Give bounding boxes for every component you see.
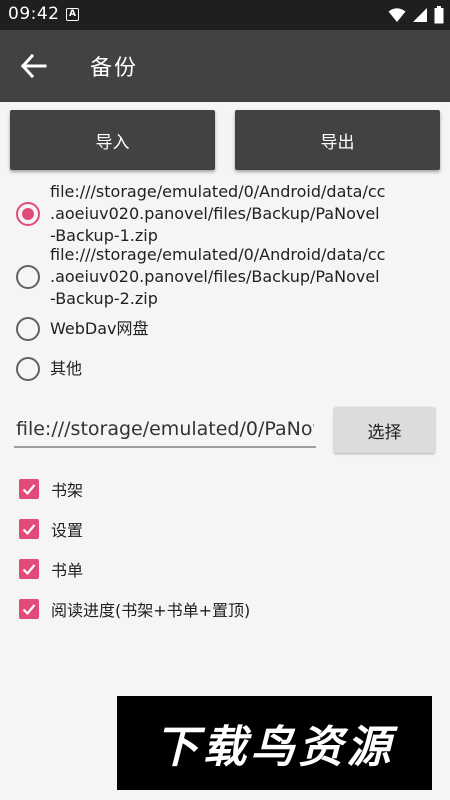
watermark-text: 下载鸟资源	[154, 722, 395, 773]
status-time: 09:42	[8, 4, 60, 24]
checkbox[interactable]	[19, 519, 39, 539]
back-button[interactable]	[18, 52, 50, 80]
radio-label-line: -Backup-2.zip	[50, 289, 158, 308]
radio-label: 其他	[50, 359, 83, 378]
checkmark-icon	[22, 564, 36, 576]
checkbox-label: 阅读进度(书架+书单+置顶)	[51, 601, 251, 620]
signal-icon	[413, 8, 427, 22]
radio-option-other[interactable]: 其他	[16, 357, 436, 381]
import-button[interactable]: 导入	[10, 110, 215, 170]
select-button[interactable]: 选择	[334, 407, 435, 453]
app-bar: 备份	[0, 30, 450, 102]
checkbox[interactable]	[19, 559, 39, 579]
radio-button[interactable]	[16, 202, 40, 226]
radio-button[interactable]	[16, 317, 40, 341]
checkmark-icon	[22, 524, 36, 536]
arrow-back-icon	[20, 53, 47, 79]
checkbox-booklist[interactable]: 书单	[19, 557, 419, 581]
radio-label-line: .aoeiuv020.panovel/files/Backup/PaNovel	[50, 267, 380, 286]
radio-label: file:///storage/emulated/0/Android/data/…	[50, 181, 385, 247]
radio-label: file:///storage/emulated/0/Android/data/…	[50, 244, 385, 310]
checkbox-label: 书单	[51, 561, 84, 580]
checkbox[interactable]	[19, 479, 39, 499]
notification-a-icon: A	[66, 8, 79, 21]
radio-button[interactable]	[16, 357, 40, 381]
checkmark-icon	[22, 484, 36, 496]
checkbox[interactable]	[19, 599, 39, 619]
status-icons	[388, 6, 444, 24]
page-title: 备份	[90, 56, 139, 81]
checkmark-icon	[22, 604, 36, 616]
radio-label-line: file:///storage/emulated/0/Android/data/…	[50, 182, 386, 201]
export-button[interactable]: 导出	[235, 110, 440, 170]
radio-label: WebDav网盘	[50, 319, 149, 338]
status-bar: 09:42 A	[0, 0, 450, 30]
radio-label-line: file:///storage/emulated/0/Android/data/…	[50, 245, 386, 264]
radio-label-line: .aoeiuv020.panovel/files/Backup/PaNovel	[50, 204, 380, 223]
wifi-icon	[388, 8, 406, 22]
path-input[interactable]	[14, 412, 316, 448]
battery-icon	[434, 6, 444, 24]
checkbox-settings[interactable]: 设置	[19, 517, 419, 541]
checkbox-label: 书架	[51, 481, 84, 500]
radio-option-backup-2[interactable]: file:///storage/emulated/0/Android/data/…	[16, 244, 436, 310]
radio-option-backup-1[interactable]: file:///storage/emulated/0/Android/data/…	[16, 181, 436, 247]
checkbox-reading-progress[interactable]: 阅读进度(书架+书单+置顶)	[19, 597, 419, 621]
watermark-logo: 下载鸟资源	[117, 696, 432, 790]
radio-option-webdav[interactable]: WebDav网盘	[16, 317, 436, 341]
checkbox-bookshelf[interactable]: 书架	[19, 477, 419, 501]
checkbox-label: 设置	[51, 521, 84, 540]
radio-button[interactable]	[16, 265, 40, 289]
